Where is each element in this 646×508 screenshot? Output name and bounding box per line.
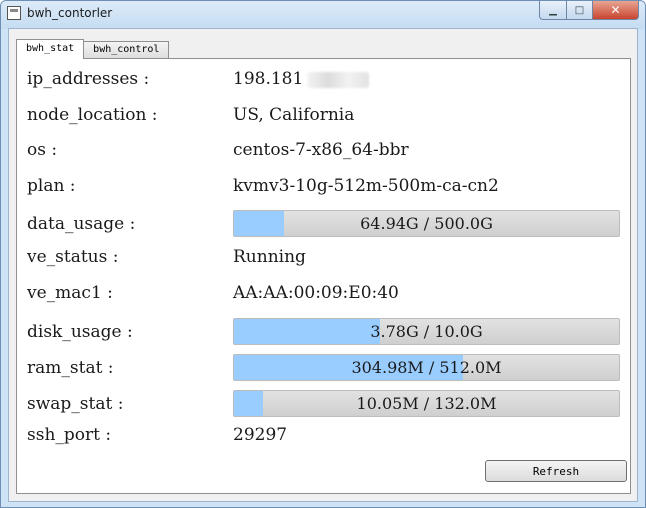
row-ram-stat: ram_stat : 304.98M / 512.0M: [27, 354, 627, 381]
ve-status-label: ve_status :: [27, 247, 119, 267]
data-usage-label: data_usage :: [27, 214, 136, 234]
maximize-icon: □: [574, 4, 585, 16]
ram-stat-label: ram_stat :: [27, 358, 114, 378]
disk-usage-label: disk_usage :: [27, 322, 133, 342]
redacted-blur: [307, 71, 370, 88]
close-icon: ✕: [610, 3, 621, 17]
node-location-label: node_location :: [27, 105, 158, 125]
disk-usage-progress: 3.78G / 10.0G: [233, 318, 620, 345]
row-os: os : centos-7-x86_64-bbr: [27, 137, 627, 163]
swap-stat-progress: 10.05M / 132.0M: [233, 390, 620, 417]
swap-stat-text: 10.05M / 132.0M: [356, 394, 497, 413]
tab-bwh-control[interactable]: bwh_control: [83, 41, 170, 59]
row-plan: plan : kvmv3-10g-512m-500m-ca-cn2: [27, 173, 627, 199]
data-usage-progress: 64.94G / 500.0G: [233, 210, 620, 237]
ip-addresses-value: 198.181: [233, 66, 370, 92]
tab-bwh-stat[interactable]: bwh_stat: [16, 39, 85, 59]
row-swap-stat: swap_stat : 10.05M / 132.0M: [27, 390, 627, 417]
app-window-icon: [7, 6, 21, 20]
row-disk-usage: disk_usage : 3.78G / 10.0G: [27, 318, 627, 345]
close-button[interactable]: ✕: [593, 1, 639, 20]
ssh-port-label: ssh_port :: [27, 425, 112, 445]
plan-label: plan :: [27, 176, 76, 196]
stat-panel: ip_addresses : 198.181 node_location : U…: [16, 58, 631, 494]
ve-status-value: Running: [233, 247, 306, 267]
ssh-port-value: 29297: [233, 425, 288, 445]
minimize-button[interactable]: ▁: [539, 1, 567, 20]
data-usage-text: 64.94G / 500.0G: [360, 214, 493, 233]
ram-stat-text: 304.98M / 512.0M: [351, 358, 502, 377]
row-data-usage: data_usage : 64.94G / 500.0G: [27, 210, 627, 237]
row-node-location: node_location : US, California: [27, 102, 627, 128]
node-location-value: US, California: [233, 105, 355, 125]
ip-addresses-text: 198.181: [233, 69, 304, 89]
maximize-button[interactable]: □: [567, 1, 593, 20]
row-ssh-port: ssh_port : 29297: [27, 422, 627, 448]
disk-usage-text: 3.78G / 10.0G: [370, 322, 483, 341]
minimize-icon: ▁: [549, 4, 557, 16]
tab-bar: bwh_stat bwh_control: [16, 39, 170, 59]
row-ve-mac1: ve_mac1 : AA:AA:00:09:E0:40: [27, 280, 627, 306]
ip-addresses-label: ip_addresses :: [27, 69, 150, 89]
ram-stat-progress: 304.98M / 512.0M: [233, 354, 620, 381]
app-window: bwh_contorler ▁ □ ✕ bwh_stat bwh_control…: [0, 0, 646, 508]
row-ve-status: ve_status : Running: [27, 244, 627, 270]
row-ip-addresses: ip_addresses : 198.181: [27, 66, 627, 92]
swap-stat-label: swap_stat :: [27, 394, 124, 414]
plan-value: kvmv3-10g-512m-500m-ca-cn2: [233, 176, 499, 196]
title-bar[interactable]: bwh_contorler ▁ □ ✕: [1, 1, 645, 29]
os-label: os :: [27, 140, 58, 160]
window-title: bwh_contorler: [27, 6, 113, 20]
window-controls: ▁ □ ✕: [539, 1, 639, 20]
ve-mac1-label: ve_mac1 :: [27, 283, 113, 303]
refresh-button[interactable]: Refresh: [485, 460, 627, 482]
os-value: centos-7-x86_64-bbr: [233, 140, 409, 160]
client-area: bwh_stat bwh_control ip_addresses : 198.…: [8, 28, 638, 502]
ve-mac1-value: AA:AA:00:09:E0:40: [233, 283, 399, 303]
